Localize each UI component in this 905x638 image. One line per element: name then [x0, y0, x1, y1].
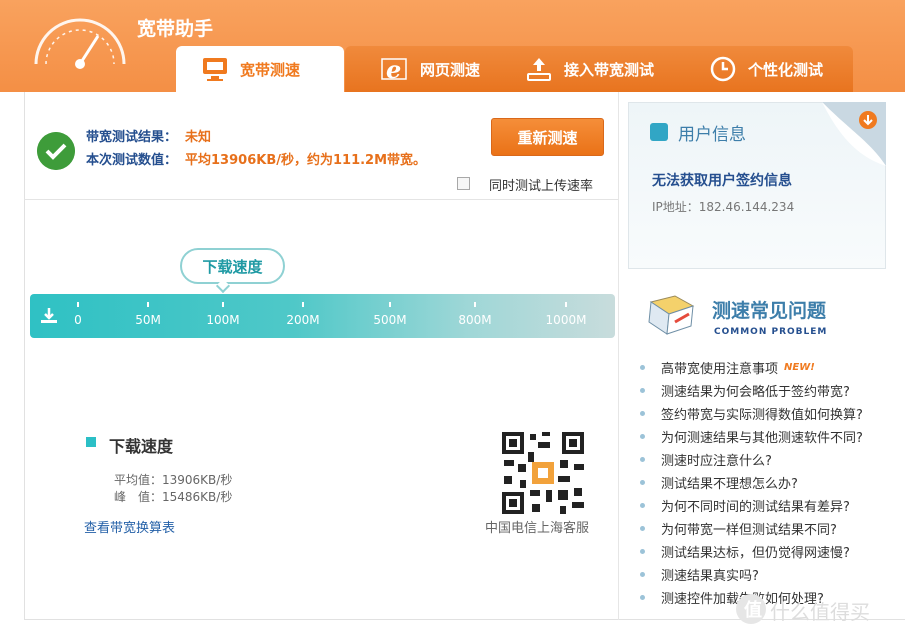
- faq-item-label: 高带宽使用注意事项: [661, 362, 779, 377]
- tab-label: 接入带宽测试: [564, 60, 655, 79]
- faq-item-label: 签约带宽与实际测得数值如何换算?: [661, 408, 863, 423]
- qr-code-icon: [500, 430, 586, 516]
- download-legend-swatch: [86, 437, 96, 447]
- tick-label: 0: [74, 313, 82, 327]
- success-check-icon: [37, 132, 75, 170]
- ie-browser-icon: e: [381, 55, 407, 84]
- bullet-icon: [640, 411, 645, 416]
- speed-scale-bar: [30, 294, 615, 338]
- bullet-icon: [640, 457, 645, 462]
- page-curl-corner[interactable]: [822, 102, 886, 166]
- tab-broadband-speed[interactable]: 宽带测速: [176, 46, 344, 92]
- column-divider: [618, 92, 619, 620]
- download-average: 平均值：13906KB/秒: [114, 473, 233, 487]
- watermark-logo-icon: 值: [736, 594, 766, 624]
- faq-item[interactable]: 为何不同时间的测试结果有差异?: [640, 494, 900, 517]
- tick-mark: [474, 302, 476, 307]
- tick-mark: [389, 302, 391, 307]
- retest-button[interactable]: 重新测速: [491, 118, 604, 156]
- faq-item[interactable]: 为何带宽一样但测试结果不同?: [640, 517, 900, 540]
- faq-item[interactable]: 测速结果为何会略低于签约带宽?: [640, 379, 900, 402]
- tick-mark: [147, 302, 149, 307]
- faq-item-label: 测试结果不理想怎么办?: [661, 477, 798, 492]
- faq-list: 高带宽使用注意事项 NEW! 测速结果为何会略低于签约带宽? 签约带宽与实际测得数…: [640, 356, 900, 609]
- tick-mark: [222, 302, 224, 307]
- measure-row: 本次测试数值： 平均13906KB/秒，约为111.2M带宽。: [86, 149, 426, 168]
- bullet-icon: [640, 595, 645, 600]
- faq-item[interactable]: 测试结果不理想怎么办?: [640, 471, 900, 494]
- bullet-icon: [640, 526, 645, 531]
- faq-subtitle: COMMON PROBLEM: [714, 327, 828, 337]
- faq-item[interactable]: 高带宽使用注意事项 NEW!: [640, 356, 900, 379]
- faq-item-label: 为何测速结果与其他测速软件不同?: [661, 431, 863, 446]
- monitor-icon: [203, 58, 227, 81]
- result-row: 带宽测试结果： 未知: [86, 126, 211, 145]
- faq-item[interactable]: 为何测速结果与其他测速软件不同?: [640, 425, 900, 448]
- tab-label: 网页测速: [420, 60, 481, 79]
- faq-item-label: 测速结果为何会略低于签约带宽?: [661, 385, 850, 400]
- tick-mark: [77, 302, 79, 307]
- faq-title: 测速常见问题: [712, 300, 827, 322]
- tab-access-bandwidth[interactable]: 接入带宽测试: [510, 46, 690, 92]
- conversion-table-link[interactable]: 查看带宽换算表: [84, 517, 175, 536]
- faq-item-label: 测速结果真实吗?: [661, 569, 759, 584]
- result-value: 未知: [185, 130, 212, 145]
- tab-label: 个性化测试: [748, 60, 824, 79]
- tick-label: 800M: [458, 313, 492, 327]
- upload-test-checkbox[interactable]: [457, 177, 470, 190]
- app-title: 宽带助手: [137, 18, 214, 40]
- download-icon: [41, 308, 57, 323]
- tick-label: 200M: [286, 313, 320, 327]
- tab-webpage-speed[interactable]: e 网页测速: [366, 46, 506, 92]
- bullet-icon: [640, 434, 645, 439]
- upload-test-label: 同时测试上传速率: [489, 179, 594, 194]
- download-title: 下载速度: [109, 437, 174, 456]
- network-upload-icon: [527, 58, 551, 81]
- bullet-icon: [640, 503, 645, 508]
- tick-mark: [565, 302, 567, 307]
- new-badge: NEW!: [784, 362, 815, 373]
- tick-label: 100M: [206, 313, 240, 327]
- tick-label: 50M: [135, 313, 161, 327]
- bullet-icon: [640, 480, 645, 485]
- tab-label: 宽带测速: [240, 60, 301, 79]
- faq-item[interactable]: 签约带宽与实际测得数值如何换算?: [640, 402, 900, 425]
- tick-label: 500M: [373, 313, 407, 327]
- faq-book-icon: [648, 295, 695, 335]
- qr-caption: 中国电信上海客服: [485, 521, 590, 536]
- bullet-icon: [640, 549, 645, 554]
- download-peak: 峰 值：15486KB/秒: [114, 490, 233, 504]
- user-info-title: 用户信息: [678, 125, 746, 145]
- bullet-icon: [640, 388, 645, 393]
- svg-text:值: 值: [744, 599, 762, 621]
- speed-bubble: 下载速度: [180, 248, 285, 284]
- tab-personalized[interactable]: 个性化测试: [694, 46, 849, 92]
- user-ip-address: IP地址：182.46.144.234: [652, 200, 795, 214]
- faq-item-label: 测试结果达标，但仍觉得网速慢?: [661, 546, 850, 561]
- speedometer-icon: [34, 18, 126, 69]
- bullet-icon: [640, 572, 645, 577]
- faq-item[interactable]: 测速结果真实吗?: [640, 563, 900, 586]
- measure-value: 平均13906KB/秒，约为111.2M带宽。: [185, 153, 427, 168]
- faq-item-label: 测速时应注意什么?: [661, 454, 772, 469]
- faq-item[interactable]: 测速时应注意什么?: [640, 448, 900, 471]
- measure-label: 本次测试数值：: [86, 153, 178, 168]
- watermark: 值 什么值得买: [732, 590, 905, 630]
- result-label: 带宽测试结果：: [86, 130, 178, 145]
- watermark-text: 什么值得买: [770, 600, 870, 624]
- faq-item-label: 为何带宽一样但测试结果不同?: [661, 523, 837, 538]
- tick-label: 1000M: [545, 313, 587, 327]
- clock-icon: [710, 56, 736, 82]
- user-info-message: 无法获取用户签约信息: [652, 173, 792, 189]
- tick-mark: [302, 302, 304, 307]
- faq-item[interactable]: 测试结果达标，但仍觉得网速慢?: [640, 540, 900, 563]
- bullet-icon: [640, 365, 645, 370]
- user-info-icon: [650, 123, 668, 141]
- faq-item-label: 为何不同时间的测试结果有差异?: [661, 500, 850, 515]
